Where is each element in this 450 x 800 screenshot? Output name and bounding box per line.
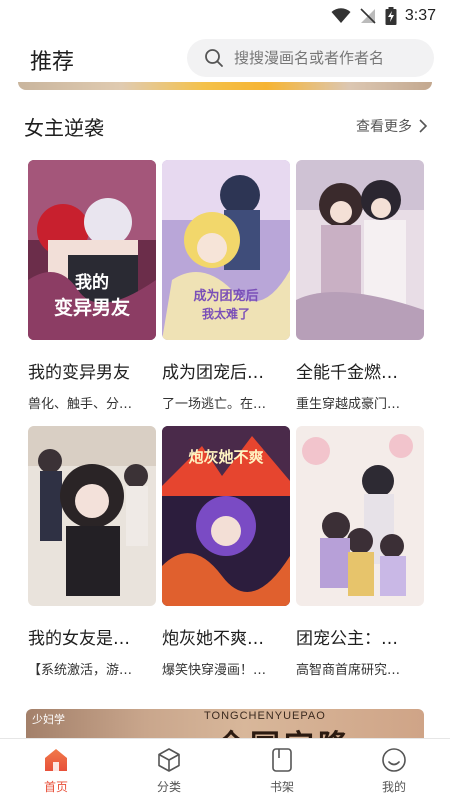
comic-title[interactable]: 我的女友是… xyxy=(28,624,156,649)
comic-cover[interactable]: 我的 变异男友 xyxy=(28,160,156,340)
comic-title[interactable]: 炮灰她不爽… xyxy=(162,624,290,649)
section-title: 女主逆袭 xyxy=(24,116,104,140)
svg-text:我太难了: 我太难了 xyxy=(202,306,250,321)
comic-card[interactable]: 成为团宠后 我太难了 成为团宠后… 了一场逃亡。在… xyxy=(162,160,290,412)
svg-text:成为团宠后: 成为团宠后 xyxy=(193,288,258,304)
comic-cover[interactable] xyxy=(296,426,424,606)
no-signal-icon xyxy=(360,8,376,24)
banner-tag: 少妇学 xyxy=(32,713,65,726)
page-title: 推荐 xyxy=(30,50,75,75)
svg-text:炮灰她不爽: 炮灰她不爽 xyxy=(188,448,263,466)
profile-icon xyxy=(382,748,406,772)
comic-cover[interactable] xyxy=(28,426,156,606)
status-time: 3:37 xyxy=(404,7,436,24)
comic-cover[interactable] xyxy=(296,160,424,340)
nav-item-bookshelf[interactable]: 书架 xyxy=(242,747,322,795)
comic-cover[interactable]: 炮灰她不爽 xyxy=(162,426,290,606)
nav-item-home[interactable]: 首页 xyxy=(16,747,96,795)
comic-desc: 【系统激活，游… xyxy=(28,663,133,678)
search-icon xyxy=(205,49,223,67)
comic-card[interactable]: 全能千金燃… 重生穿越成豪门… xyxy=(296,160,424,412)
search-input[interactable] xyxy=(234,49,414,67)
nav-label: 书架 xyxy=(269,780,294,794)
bookshelf-icon xyxy=(272,748,292,772)
svg-text:我的: 我的 xyxy=(75,272,109,293)
see-more-label: 查看更多 xyxy=(356,119,412,135)
comic-card[interactable]: 炮灰她不爽 炮灰她不爽… 爆笑快穿漫画！… xyxy=(162,426,290,678)
comic-desc: 爆笑快穿漫画！… xyxy=(162,663,267,678)
comic-title[interactable]: 全能千金燃… xyxy=(296,358,424,383)
search-box[interactable] xyxy=(187,39,434,77)
comic-card[interactable]: 团宠公主：… 高智商首席研究… xyxy=(296,426,424,678)
promo-banner[interactable]: 少妇学 TONGCHENYUEPAO 全国宫隆 xyxy=(26,709,424,739)
banner-headline: 全国宫隆 xyxy=(216,721,352,739)
wifi-icon xyxy=(331,8,351,23)
comic-title[interactable]: 我的变异男友 xyxy=(28,358,156,383)
nav-label: 我的 xyxy=(381,780,406,794)
see-more-link[interactable]: 查看更多 xyxy=(356,116,428,136)
nav-item-category[interactable]: 分类 xyxy=(129,747,209,795)
section-header: 女主逆袭 查看更多 xyxy=(0,108,450,142)
top-banner-strip[interactable] xyxy=(18,82,432,90)
nav-label: 首页 xyxy=(43,780,68,794)
chevron-right-icon xyxy=(419,119,428,133)
cube-icon xyxy=(158,748,180,772)
comic-desc: 重生穿越成豪门… xyxy=(296,397,401,412)
comic-desc: 兽化、触手、分… xyxy=(28,397,133,412)
comic-card[interactable]: 我的 变异男友 我的变异男友 兽化、触手、分… xyxy=(28,160,156,412)
comic-desc: 了一场逃亡。在… xyxy=(162,397,267,412)
header: 推荐 xyxy=(0,36,450,82)
comic-card[interactable]: 我的女友是… 【系统激活，游… xyxy=(28,426,156,678)
nav-item-profile[interactable]: 我的 xyxy=(354,747,434,795)
comic-desc: 高智商首席研究… xyxy=(296,663,401,678)
status-bar: 3:37 xyxy=(0,0,450,32)
nav-label: 分类 xyxy=(156,780,181,794)
bottom-nav: 首页 分类 书架 我的 xyxy=(0,738,450,800)
status-icons: 3:37 xyxy=(331,6,436,26)
comic-title[interactable]: 团宠公主：… xyxy=(296,624,424,649)
comic-title[interactable]: 成为团宠后… xyxy=(162,358,290,383)
comic-cover[interactable]: 成为团宠后 我太难了 xyxy=(162,160,290,340)
battery-icon xyxy=(385,7,397,25)
home-icon xyxy=(45,749,67,771)
svg-text:变异男友: 变异男友 xyxy=(54,296,130,319)
